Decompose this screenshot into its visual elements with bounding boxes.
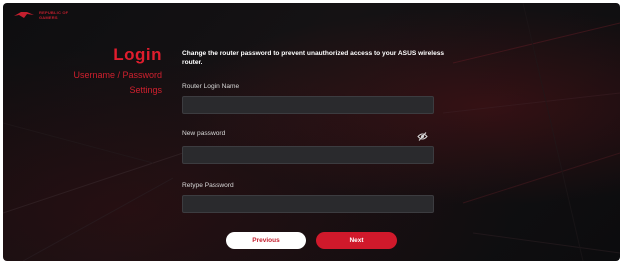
previous-button[interactable]: Previous bbox=[226, 232, 306, 249]
next-button[interactable]: Next bbox=[316, 232, 397, 249]
rog-eye-logo-icon bbox=[14, 12, 34, 18]
eye-slash-icon[interactable] bbox=[417, 132, 428, 141]
login-name-input[interactable] bbox=[182, 96, 434, 114]
description-text: Change the router password to prevent un… bbox=[182, 50, 445, 66]
login-wizard-screen: REPUBLIC OF GAMERS Login Username / Pass… bbox=[3, 3, 620, 261]
subtitle-line-2: Settings bbox=[129, 85, 162, 95]
login-name-label: Router Login Name bbox=[182, 83, 240, 90]
background-streaks bbox=[3, 3, 620, 261]
subtitle-line-1: Username / Password bbox=[73, 70, 162, 80]
page-subtitle: Username / Password Settings bbox=[22, 68, 162, 98]
page-title: Login bbox=[113, 45, 162, 64]
rog-brand: REPUBLIC OF GAMERS bbox=[13, 10, 75, 20]
new-password-input[interactable] bbox=[182, 146, 434, 164]
retype-password-input[interactable] bbox=[182, 195, 434, 213]
retype-password-label: Retype Password bbox=[182, 182, 234, 189]
brand-text: REPUBLIC OF GAMERS bbox=[39, 10, 69, 20]
new-password-label: New password bbox=[182, 130, 226, 137]
